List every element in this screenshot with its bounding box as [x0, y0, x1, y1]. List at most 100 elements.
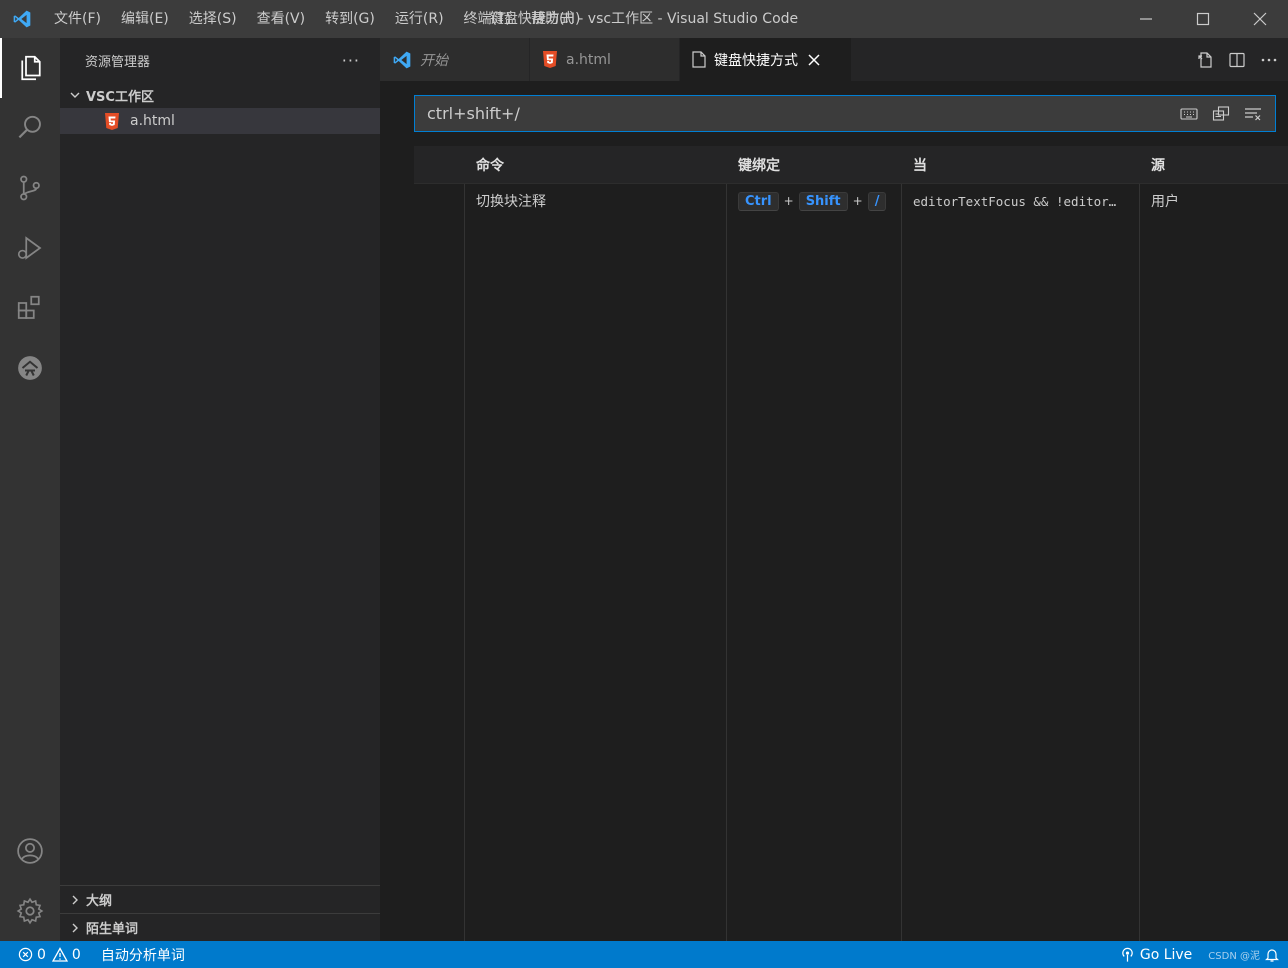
sort-by-precedence-button[interactable] — [1211, 104, 1231, 124]
source-control-icon — [20, 175, 40, 201]
bell-icon — [1265, 948, 1279, 962]
table-row[interactable]: 切换块注释 Ctrl + Shift + / editorTextFocus &… — [414, 184, 1288, 218]
split-editor-icon — [1229, 52, 1245, 67]
manage-button[interactable] — [0, 881, 60, 941]
tab-label: 键盘快捷方式 — [714, 52, 798, 69]
sidebar-title: 资源管理器 — [85, 54, 151, 70]
vscode-logo-icon — [392, 50, 412, 70]
vocab-section-header[interactable]: 陌生单词 — [60, 913, 380, 941]
run-debug-icon — [17, 236, 42, 260]
table-header: 命令 键绑定 当 源 — [414, 146, 1288, 184]
menu-file[interactable]: 文件(F) — [44, 0, 111, 38]
chevron-down-icon — [66, 89, 84, 101]
keybinding-cell: Ctrl + Shift + / — [726, 184, 901, 218]
keybindings-search-box — [414, 95, 1276, 132]
warning-icon — [51, 947, 68, 962]
extensions-button[interactable] — [0, 278, 60, 338]
workspace-name: VSC工作区 — [86, 89, 154, 105]
html5-icon — [542, 51, 558, 68]
gear-icon — [16, 897, 44, 925]
menu-go[interactable]: 转到(G) — [315, 0, 385, 38]
menu-view[interactable]: 查看(V) — [247, 0, 316, 38]
tab-keyboard-shortcuts[interactable]: 键盘快捷方式 — [680, 38, 852, 81]
vscode-logo-icon — [0, 0, 44, 38]
accounts-button[interactable] — [0, 821, 60, 881]
account-icon — [17, 838, 43, 864]
error-icon — [18, 947, 33, 962]
minimize-button[interactable] — [1117, 0, 1174, 38]
menu-help[interactable]: 帮助(H) — [521, 0, 590, 38]
menu-selection[interactable]: 选择(S) — [179, 0, 247, 38]
column-divider — [726, 184, 727, 941]
more-editor-actions-button[interactable] — [1260, 51, 1278, 69]
close-window-button[interactable] — [1231, 0, 1288, 38]
maximize-button[interactable] — [1174, 0, 1231, 38]
source-control-button[interactable] — [0, 158, 60, 218]
sidebar-bottom-sections: 大纲 陌生单词 — [60, 885, 380, 941]
menu-edit[interactable]: 编辑(E) — [111, 0, 179, 38]
run-debug-button[interactable] — [0, 218, 60, 278]
clear-search-button[interactable] — [1243, 104, 1263, 124]
file-icon — [692, 51, 706, 68]
auto-analyze-words-item[interactable]: 自动分析单词 — [89, 941, 193, 968]
error-count: 0 — [37, 946, 46, 963]
extension-panel-button[interactable] — [0, 338, 60, 398]
close-tab-icon[interactable] — [808, 53, 820, 66]
command-cell: 切换块注释 — [476, 194, 546, 210]
record-keys-button[interactable] — [1179, 104, 1199, 124]
key-slash: / — [867, 191, 887, 211]
tab-label: a.html — [566, 51, 611, 68]
table-header-keybinding[interactable]: 键绑定 — [726, 146, 901, 183]
extensions-icon — [17, 295, 40, 319]
when-cell: editorTextFocus && !editor… — [901, 184, 1139, 218]
vocab-label: 陌生单词 — [86, 922, 139, 937]
outline-section-header[interactable]: 大纲 — [60, 885, 380, 913]
search-icon — [18, 115, 41, 139]
open-json-button[interactable] — [1196, 51, 1214, 69]
workspace-section-header[interactable]: VSC工作区 — [60, 82, 380, 108]
key-shift: Shift — [798, 191, 848, 211]
sort-precedence-icon — [1212, 105, 1230, 121]
problems-indicator[interactable]: 0 0 — [0, 941, 89, 968]
search-button[interactable] — [0, 98, 60, 158]
table-cell — [414, 184, 464, 218]
editor-tabs: 开始 a.html 键盘快捷方式 — [380, 38, 1288, 81]
key-separator: + — [852, 194, 863, 208]
column-divider — [1139, 184, 1140, 941]
tab-a-html[interactable]: a.html — [530, 38, 680, 81]
menu-terminal[interactable]: 终端(T) — [454, 0, 521, 38]
sidebar-header: 资源管理器 ··· — [60, 38, 380, 82]
column-divider — [464, 184, 465, 941]
when-expression: editorTextFocus && !editor… — [913, 193, 1117, 209]
explorer-button[interactable] — [0, 38, 60, 98]
keybindings-search-input[interactable] — [415, 96, 1179, 131]
broadcast-icon — [1122, 947, 1133, 962]
tab-label: 开始 — [420, 52, 448, 69]
editor-actions — [1196, 38, 1278, 81]
table-header-when[interactable]: 当 — [901, 146, 1139, 183]
table-header-command[interactable]: 命令 — [464, 146, 726, 183]
search-actions — [1179, 104, 1275, 124]
file-item-a-html[interactable]: a.html — [60, 108, 380, 134]
explorer-sidebar: 资源管理器 ··· VSC工作区 a.html 大纲 陌生单词 — [60, 38, 380, 941]
html5-icon — [104, 112, 120, 130]
outline-label: 大纲 — [86, 894, 113, 909]
column-divider — [901, 184, 902, 941]
more-actions-icon[interactable]: ··· — [342, 51, 360, 70]
table-header-source[interactable]: 源 — [1139, 146, 1288, 183]
activity-bar — [0, 38, 60, 941]
feedback-button[interactable]: CSDN @泥 — [1200, 941, 1288, 968]
open-file-icon — [1198, 51, 1212, 68]
warning-count: 0 — [71, 946, 81, 963]
source-cell: 用户 — [1151, 194, 1179, 210]
files-icon — [21, 55, 41, 81]
menu-run[interactable]: 运行(R) — [385, 0, 454, 38]
menu-bar: 文件(F) 编辑(E) 选择(S) 查看(V) 转到(G) 运行(R) 终端(T… — [44, 0, 590, 38]
title-bar: 文件(F) 编辑(E) 选择(S) 查看(V) 转到(G) 运行(R) 终端(T… — [0, 0, 1288, 38]
go-live-label: Go Live — [1139, 946, 1193, 963]
go-live-button[interactable]: Go Live — [1112, 941, 1200, 968]
key-ctrl: Ctrl — [738, 191, 779, 211]
chevron-right-icon — [66, 894, 84, 906]
split-editor-button[interactable] — [1228, 51, 1246, 69]
tab-welcome[interactable]: 开始 — [380, 38, 530, 81]
